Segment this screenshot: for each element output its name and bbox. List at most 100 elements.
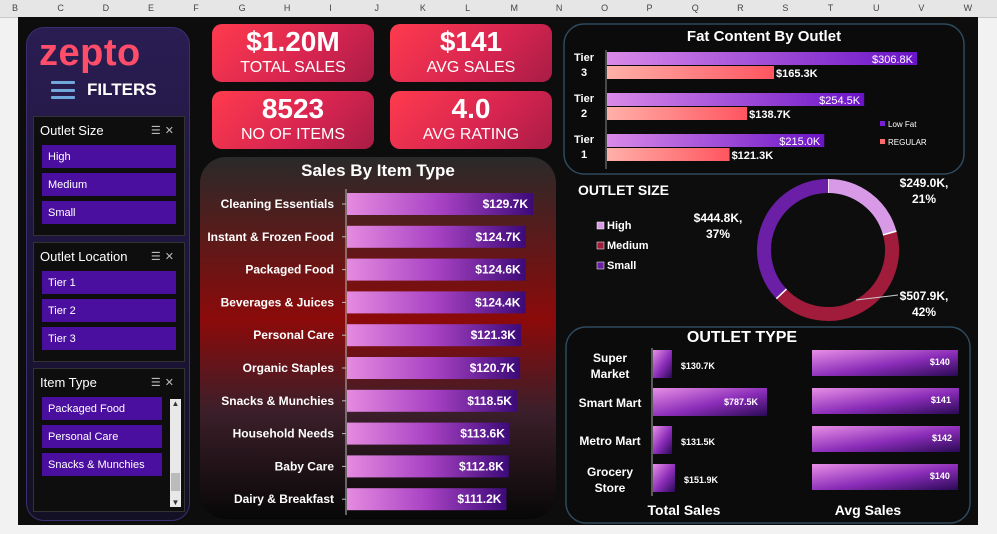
category-label: Household Needs — [233, 427, 335, 441]
legend-label: REGULAR — [888, 138, 927, 147]
column-letter[interactable]: V — [918, 3, 924, 13]
data-label: $111.2K — [457, 492, 501, 506]
column-letter[interactable]: R — [737, 3, 744, 13]
data-label: $118.5K — [467, 394, 512, 408]
data-label: $121.3K — [732, 150, 774, 162]
column-letter[interactable]: J — [375, 3, 380, 13]
column-letter[interactable]: N — [556, 3, 563, 13]
legend-swatch — [880, 121, 885, 126]
data-label: $165.3K — [776, 68, 818, 80]
category-label: Market — [591, 367, 630, 381]
data-label: $131.5K — [681, 437, 716, 447]
category-label: Beverages & Juices — [221, 295, 335, 309]
data-label: $507.9K, — [900, 289, 949, 303]
data-label: 42% — [912, 305, 936, 319]
chart-title: OUTLET TYPE — [687, 329, 798, 346]
legend-label: Small — [607, 260, 636, 272]
data-label: $124.4K — [475, 295, 521, 309]
data-label: $215.0K — [779, 136, 821, 148]
column-letter[interactable]: P — [646, 3, 652, 13]
bar-total-sales — [653, 350, 672, 378]
data-label: 37% — [706, 227, 730, 241]
category-label: Metro Mart — [579, 434, 640, 448]
category-label: Snacks & Munchies — [221, 394, 334, 408]
donut-slice — [776, 231, 899, 321]
column-letter[interactable]: C — [57, 3, 64, 13]
column-letter[interactable]: B — [12, 3, 18, 13]
column-letter[interactable]: E — [148, 3, 154, 13]
chart-title: Fat Content By Outlet — [687, 28, 841, 45]
column-letter[interactable]: G — [239, 3, 246, 13]
column-letter[interactable]: I — [329, 3, 332, 13]
data-label: $306.8K — [872, 54, 914, 66]
data-label: $124.7K — [475, 230, 521, 244]
bar-regular — [607, 148, 730, 161]
category-label: Super — [593, 351, 627, 365]
dashboard: zepto FILTERS Outlet Size ☰✕ High Medium … — [18, 17, 978, 525]
data-label: $151.9K — [684, 475, 719, 485]
category-label: 1 — [581, 149, 587, 161]
column-letter[interactable]: O — [601, 3, 608, 13]
category-label: Tier — [574, 134, 595, 146]
category-label: Instant & Frozen Food — [207, 230, 334, 244]
column-letter[interactable]: Q — [692, 3, 699, 13]
category-label: Dairy & Breakfast — [234, 492, 334, 506]
data-label: $138.7K — [749, 109, 791, 121]
category-label: 3 — [581, 67, 587, 79]
category-label: Tier — [574, 93, 595, 105]
chart-title: Sales By Item Type — [301, 161, 455, 180]
column-letter[interactable]: T — [828, 3, 834, 13]
data-label: 21% — [912, 192, 936, 206]
data-label: $249.0K, — [900, 176, 949, 190]
bar-regular — [607, 107, 748, 120]
legend-label: Low Fat — [888, 120, 917, 129]
data-label: $787.5K — [724, 397, 759, 407]
category-label: Cleaning Essentials — [221, 197, 335, 211]
category-label: Organic Staples — [243, 361, 335, 375]
column-letter[interactable]: D — [103, 3, 110, 13]
charts-layer: Sales By Item Type Cleaning Essentials $12… — [200, 23, 971, 524]
data-label: $113.6K — [460, 427, 505, 441]
bar-total-sales — [653, 426, 673, 454]
category-label: Store — [595, 481, 626, 495]
bar-total-sales — [653, 464, 675, 492]
column-letter[interactable]: U — [873, 3, 880, 13]
column-letter[interactable]: K — [420, 3, 426, 13]
legend-label: Medium — [607, 240, 649, 252]
category-label: Tier — [574, 52, 595, 64]
column-letter[interactable]: H — [284, 3, 291, 13]
data-label: $254.5K — [819, 95, 861, 107]
column-letter[interactable]: S — [782, 3, 788, 13]
data-label: $129.7K — [483, 197, 529, 211]
bar-regular — [607, 66, 775, 79]
axis-label: Avg Sales — [835, 502, 902, 518]
data-label: $142 — [932, 433, 952, 443]
bar-low-fat — [607, 52, 917, 65]
legend-label: High — [607, 220, 632, 232]
data-label: $444.8K, — [694, 211, 743, 225]
category-label: Grocery — [587, 465, 633, 479]
data-label: $124.6K — [475, 263, 521, 277]
data-label: $121.3K — [471, 328, 517, 342]
data-label: $130.7K — [681, 361, 716, 371]
legend-swatch — [596, 261, 605, 270]
category-label: Packaged Food — [245, 263, 334, 277]
category-label: Personal Care — [253, 328, 334, 342]
legend-swatch — [596, 221, 605, 230]
axis-label: Total Sales — [648, 502, 721, 518]
category-label: 2 — [581, 108, 587, 120]
column-letter[interactable]: L — [465, 3, 470, 13]
data-label: $140 — [930, 357, 950, 367]
column-letter[interactable]: M — [511, 3, 519, 13]
category-label: Smart Mart — [579, 396, 642, 410]
data-label: $112.8K — [459, 459, 504, 473]
chart-title: OUTLET SIZE — [578, 182, 669, 198]
data-label: $120.7K — [470, 361, 516, 375]
data-label: $140 — [930, 471, 950, 481]
donut-slice — [827, 179, 897, 236]
data-label: $141 — [931, 395, 951, 405]
category-label: Baby Care — [275, 459, 335, 473]
column-letter[interactable]: F — [193, 3, 199, 13]
legend-swatch — [596, 241, 605, 250]
column-letter[interactable]: W — [964, 3, 973, 13]
